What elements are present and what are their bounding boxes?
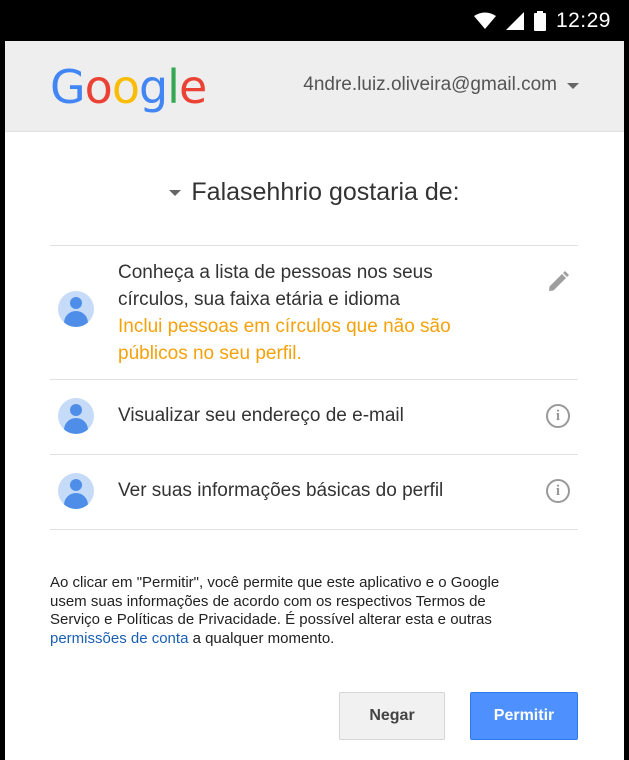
disclaimer-line: usem suas informações de acordo com os r…	[50, 592, 486, 610]
header: Google 4ndre.luiz.oliveira@gmail.com	[5, 41, 624, 132]
logo-letter: G	[50, 60, 86, 114]
account-email: 4ndre.luiz.oliveira@gmail.com	[303, 74, 557, 95]
permission-line: círculos, sua faixa etária e idioma	[118, 289, 400, 310]
deny-button[interactable]: Negar	[339, 692, 445, 740]
google-logo: Google	[50, 59, 207, 115]
chevron-down-icon	[567, 83, 579, 89]
info-icon[interactable]: i	[546, 404, 570, 428]
permission-list: Conheça a lista de pessoas nos seus círc…	[50, 245, 578, 530]
logo-letter: o	[111, 60, 140, 114]
logo-letter: g	[138, 60, 168, 114]
permission-text: Conheça a lista de pessoas nos seus círc…	[118, 259, 451, 367]
permission-text: Ver suas informações básicas do perfil	[118, 480, 444, 501]
allow-button[interactable]: Permitir	[470, 692, 578, 740]
logo-letter: l	[167, 60, 180, 114]
pencil-icon[interactable]	[546, 270, 570, 294]
permission-warning: Inclui pessoas em círculos que não são	[118, 316, 451, 337]
permission-item-circles: Conheça a lista de pessoas nos seus círc…	[50, 246, 578, 380]
battery-icon	[533, 11, 546, 31]
request-title[interactable]: Falasehhrio gostaria de:	[0, 178, 629, 207]
status-icons: 12:29	[473, 9, 611, 33]
signal-icon	[505, 12, 524, 30]
disclaimer-line: permissões de conta a qualquer momento.	[50, 630, 580, 649]
status-time: 12:29	[555, 9, 611, 32]
permission-item-profile: Ver suas informações básicas do perfil i	[50, 455, 578, 530]
avatar-icon	[58, 398, 94, 434]
account-permissions-link[interactable]: permissões de conta	[50, 630, 188, 647]
disclaimer-tail: a qualquer momento.	[188, 629, 335, 647]
disclaimer-text: Ao clicar em "Permitir", você permite qu…	[50, 574, 580, 648]
info-icon[interactable]: i	[546, 479, 570, 503]
permission-text: Visualizar seu endereço de e-mail	[118, 405, 404, 426]
permission-item-email: Visualizar seu endereço de e-mail i	[50, 380, 578, 455]
request-title-text: Falasehhrio gostaria de:	[191, 178, 460, 206]
avatar-icon	[58, 291, 94, 327]
disclaimer-line: Ao clicar em "Permitir", você permite qu…	[50, 574, 500, 591]
chevron-down-icon	[169, 189, 182, 196]
screen-frame-right	[624, 0, 629, 760]
account-switcher[interactable]: 4ndre.luiz.oliveira@gmail.com	[303, 74, 579, 96]
permission-line: Conheça a lista de pessoas nos seus	[118, 262, 433, 283]
logo-letter: o	[84, 60, 113, 114]
wifi-icon	[473, 12, 496, 29]
logo-letter: e	[178, 60, 207, 114]
status-bar: 12:29	[0, 0, 629, 41]
permission-warning: públicos no seu perfil.	[118, 343, 302, 364]
disclaimer-line: Serviço e Políticas de Privacidade. É po…	[50, 611, 492, 628]
avatar-icon	[58, 473, 94, 509]
